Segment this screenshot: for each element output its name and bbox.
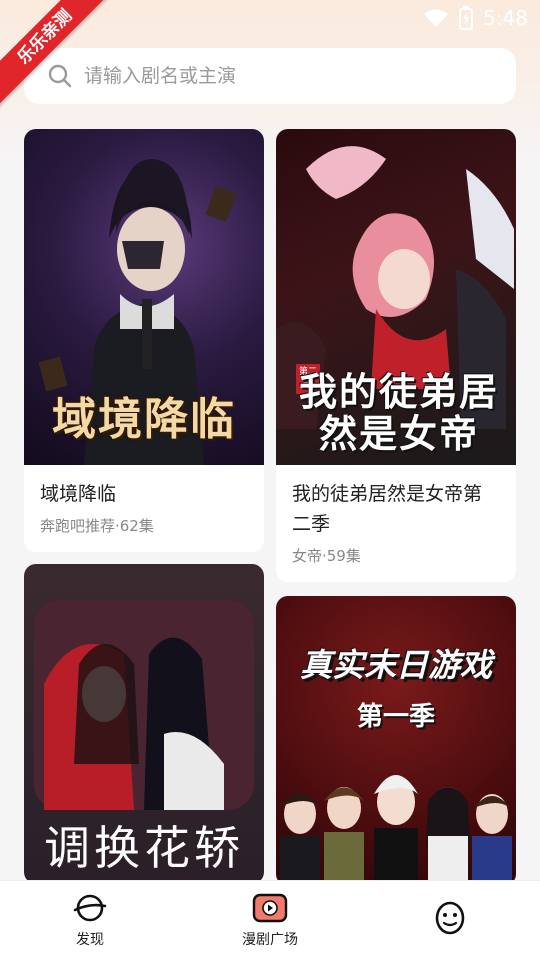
drama-cover[interactable]: 调换花轿 bbox=[24, 564, 264, 884]
drama-card[interactable]: 真实末日游戏 第一季 bbox=[276, 596, 516, 886]
ribbon-label: 乐乐亲测 bbox=[0, 0, 116, 108]
drama-card[interactable]: 第二季 我的徒弟居然是女帝 我的徒弟居然是女帝第二季 女帝·59集 bbox=[276, 129, 516, 582]
planet-icon bbox=[73, 894, 107, 921]
search-input[interactable] bbox=[84, 65, 484, 87]
wifi-icon bbox=[424, 9, 449, 27]
nav-label: 发现 bbox=[76, 931, 104, 948]
card-title: 我的徒弟居然是女帝第二季 bbox=[292, 483, 483, 535]
cover-title: 域境降临 bbox=[52, 394, 236, 445]
card-title: 域境降临 bbox=[40, 483, 117, 505]
drama-card[interactable]: 调换花轿 bbox=[24, 564, 264, 884]
cover-title: 调换花轿 bbox=[44, 821, 244, 875]
drama-cover[interactable]: 第二季 我的徒弟居然是女帝 bbox=[276, 129, 516, 465]
play-tv-icon bbox=[252, 893, 288, 922]
cover-artwork bbox=[280, 775, 512, 886]
battery-icon bbox=[459, 6, 474, 30]
nav-tab-drama-square[interactable]: 漫剧广场 bbox=[180, 881, 360, 960]
corner-ribbon: 乐乐亲测 bbox=[0, 0, 120, 120]
nav-label: 漫剧广场 bbox=[242, 931, 298, 948]
card-subtitle: 女帝·59集 bbox=[292, 547, 361, 565]
drama-cover[interactable]: 真实末日游戏 第一季 bbox=[276, 596, 516, 886]
nav-tab-profile[interactable] bbox=[360, 881, 540, 960]
card-info: 我的徒弟居然是女帝第二季 女帝·59集 bbox=[276, 465, 516, 582]
status-icons: 5:48 bbox=[423, 6, 528, 30]
cover-title: 我的徒弟居然是女帝 bbox=[298, 369, 499, 456]
bottom-nav: 发现 漫剧广场 bbox=[0, 880, 540, 960]
card-info: 域境降临 奔跑吧推荐·62集 bbox=[24, 465, 264, 552]
smiley-face-icon bbox=[435, 901, 465, 934]
card-subtitle: 奔跑吧推荐·62集 bbox=[40, 517, 154, 535]
status-time: 5:48 bbox=[483, 6, 528, 30]
drama-cover[interactable]: 域境降临 bbox=[24, 129, 264, 465]
nav-tab-discover[interactable]: 发现 bbox=[0, 881, 180, 960]
drama-card[interactable]: 域境降临 域境降临 奔跑吧推荐·62集 bbox=[24, 129, 264, 552]
